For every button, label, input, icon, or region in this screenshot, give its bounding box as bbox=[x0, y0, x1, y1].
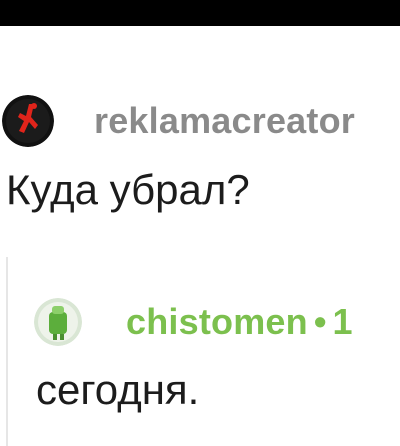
reply-comment: chistomen • 1 сегодня. bbox=[34, 290, 400, 414]
comment-text: сегодня. bbox=[36, 366, 200, 413]
separator-dot: • bbox=[313, 301, 327, 342]
comment-header: chistomen • 1 bbox=[34, 290, 400, 354]
avatar-icon[interactable] bbox=[2, 95, 54, 147]
username[interactable]: reklamacreator bbox=[94, 100, 355, 142]
avatar-icon[interactable] bbox=[34, 298, 82, 346]
thread-line bbox=[6, 257, 8, 446]
top-bar bbox=[0, 0, 400, 26]
comment-meta: 1 bbox=[332, 301, 353, 342]
comment-header: reklamacreator bbox=[0, 88, 400, 154]
comment: reklamacreator Куда убрал? bbox=[0, 88, 400, 214]
comment-text: Куда убрал? bbox=[6, 166, 250, 213]
comments-screen: reklamacreator Куда убрал? chistomen • 1… bbox=[0, 0, 400, 446]
username[interactable]: chistomen bbox=[126, 301, 308, 343]
